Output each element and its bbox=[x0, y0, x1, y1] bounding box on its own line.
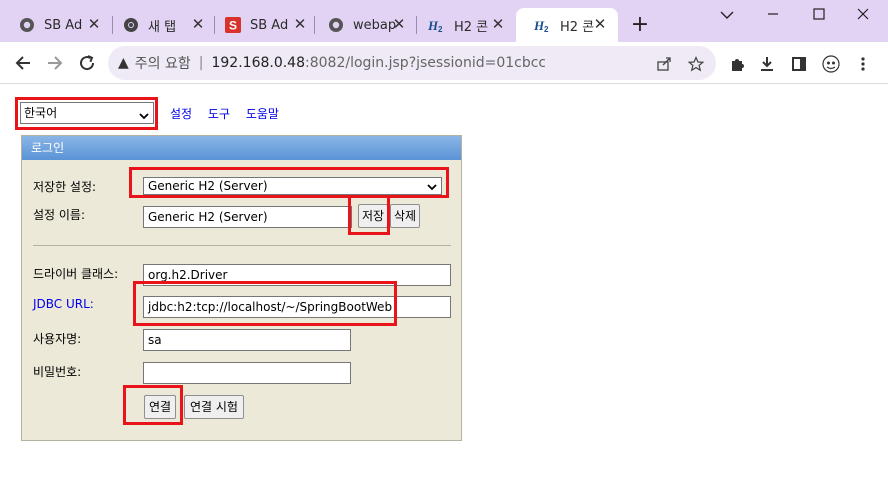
top-links: 설정 도구 도움말 bbox=[170, 105, 291, 122]
saved-settings-label: 저장한 설정: bbox=[33, 180, 97, 194]
setting-name-input[interactable]: Generic H2 (Server) bbox=[143, 206, 352, 228]
highlight-saved-settings bbox=[129, 167, 449, 198]
browser-toolbar: ▲ 주의 요함 | 192.168.0.48 :8082/login.jsp?j… bbox=[0, 42, 888, 84]
setting-name-label: 설정 이름: bbox=[33, 208, 86, 222]
h2-logo-icon: H2 bbox=[534, 16, 552, 34]
tab-strip: SB Ad ✕ 새 탭 ✕ S SB Ad ✕ webap ✕ H 2 H2 콘… bbox=[0, 0, 888, 42]
highlight-jdbc-url bbox=[133, 281, 397, 326]
driver-class-label: 드라이버 클래스: bbox=[33, 267, 119, 281]
reload-icon[interactable] bbox=[74, 50, 100, 76]
globe-icon bbox=[18, 16, 36, 34]
maximize-icon[interactable] bbox=[804, 4, 834, 26]
svg-text:2: 2 bbox=[544, 25, 549, 33]
security-status[interactable]: 주의 요함 bbox=[135, 53, 191, 73]
close-icon[interactable]: ✕ bbox=[292, 16, 308, 32]
tab-1[interactable]: SB Ad ✕ bbox=[0, 8, 112, 42]
username-input[interactable]: sa bbox=[143, 329, 351, 351]
close-window-icon[interactable] bbox=[848, 4, 878, 26]
s-logo-icon: S bbox=[224, 16, 242, 34]
chrome-icon bbox=[122, 16, 140, 34]
tab-label: 새 탭 bbox=[148, 19, 177, 35]
bookmark-star-icon[interactable] bbox=[686, 54, 706, 74]
share-icon[interactable] bbox=[654, 54, 674, 74]
url-host: 192.168.0.48 bbox=[211, 55, 305, 71]
svg-text:S: S bbox=[229, 19, 237, 33]
download-icon[interactable] bbox=[756, 53, 778, 75]
tab-3[interactable]: S SB Ad ✕ bbox=[206, 8, 318, 42]
password-label: 비밀번호: bbox=[33, 365, 82, 379]
link-settings[interactable]: 설정 bbox=[170, 107, 192, 121]
password-input[interactable] bbox=[143, 362, 351, 384]
page-content: 한국어 설정 도구 도움말 로그인 저장한 설정: Generic H2 (Se… bbox=[0, 85, 888, 488]
chevron-down-icon[interactable] bbox=[712, 4, 742, 26]
side-panel-icon[interactable] bbox=[788, 53, 810, 75]
svg-text:2: 2 bbox=[438, 25, 443, 33]
menu-kebab-icon[interactable] bbox=[852, 53, 874, 75]
h2-logo-icon: H2 bbox=[428, 16, 446, 34]
highlight-connect-button bbox=[123, 385, 183, 425]
divider bbox=[33, 245, 451, 246]
profile-avatar-icon[interactable] bbox=[820, 53, 842, 75]
jdbc-url-label: JDBC URL: bbox=[33, 297, 94, 311]
address-bar[interactable]: ▲ 주의 요함 | 192.168.0.48 :8082/login.jsp?j… bbox=[108, 46, 716, 80]
highlight-language bbox=[15, 97, 158, 130]
link-help[interactable]: 도움말 bbox=[246, 107, 279, 121]
tab-2[interactable]: 새 탭 ✕ bbox=[104, 8, 216, 42]
link-tools[interactable]: 도구 bbox=[208, 107, 230, 121]
forward-arrow-icon[interactable] bbox=[42, 50, 68, 76]
delete-button[interactable]: 삭제 bbox=[390, 204, 420, 228]
globe-icon bbox=[327, 16, 345, 34]
new-tab-button[interactable]: + bbox=[626, 12, 654, 40]
close-icon[interactable]: ✕ bbox=[490, 16, 506, 32]
tab-5[interactable]: H2 H2 콘 ✕ bbox=[410, 8, 516, 42]
minimize-icon[interactable] bbox=[758, 4, 788, 26]
url-path: :8082/login.jsp?jsessionid=01cbcc23b8371… bbox=[305, 55, 545, 71]
close-icon[interactable]: ✕ bbox=[592, 16, 608, 32]
browser-window: SB Ad ✕ 새 탭 ✕ S SB Ad ✕ webap ✕ H 2 H2 콘… bbox=[0, 0, 888, 488]
test-connection-button[interactable]: 연결 시험 bbox=[184, 395, 244, 419]
login-header: 로그인 bbox=[22, 136, 461, 160]
extensions-puzzle-icon[interactable] bbox=[726, 53, 748, 75]
close-icon[interactable]: ✕ bbox=[86, 16, 102, 32]
tab-label: SB Ad bbox=[44, 17, 83, 33]
tab-6-active[interactable]: H2 H2 콘 ✕ bbox=[516, 8, 618, 42]
address-divider: | bbox=[198, 55, 204, 71]
tab-label: SB Ad bbox=[250, 17, 289, 33]
username-label: 사용자명: bbox=[33, 332, 82, 346]
warning-icon[interactable]: ▲ bbox=[118, 55, 129, 71]
tab-4[interactable]: webap ✕ bbox=[309, 8, 417, 42]
close-icon[interactable]: ✕ bbox=[190, 16, 206, 32]
close-icon[interactable]: ✕ bbox=[391, 16, 407, 32]
back-arrow-icon[interactable] bbox=[10, 50, 36, 76]
highlight-save-button bbox=[348, 195, 390, 235]
